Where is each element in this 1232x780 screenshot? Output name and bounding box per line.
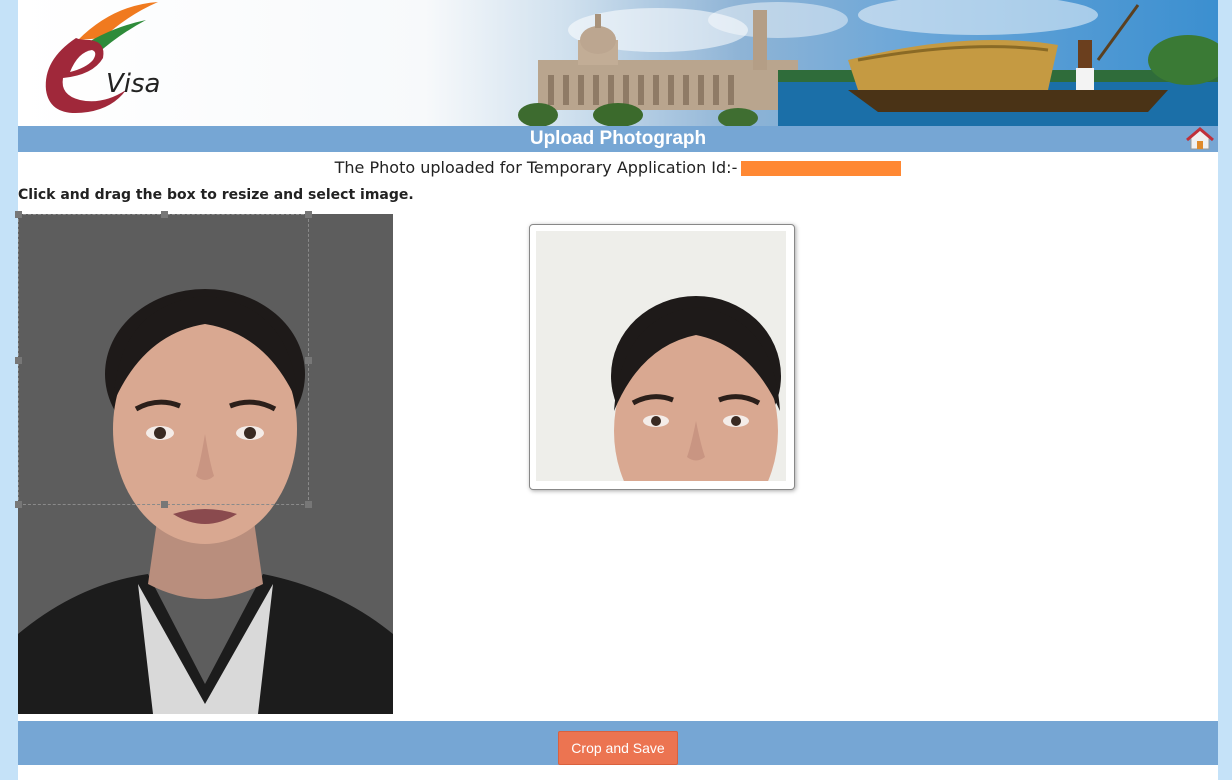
resize-handle-bottom[interactable] [161, 501, 168, 508]
title-bar: Upload Photograph [18, 126, 1218, 152]
header-banner: Visa [18, 0, 1218, 126]
application-id-label: The Photo uploaded for Temporary Applica… [334, 158, 738, 177]
resize-handle-top-right[interactable] [305, 211, 312, 218]
resize-handle-bottom-right[interactable] [305, 501, 312, 508]
evisa-logo: Visa [45, 2, 161, 114]
resize-handle-bottom-left[interactable] [15, 501, 22, 508]
preview-photo [536, 231, 786, 481]
svg-text:Visa: Visa [106, 69, 161, 99]
resize-handle-left[interactable] [15, 357, 22, 364]
redacted-application-id [741, 161, 902, 176]
crop-and-save-button[interactable]: Crop and Save [558, 731, 678, 765]
crop-preview [529, 224, 795, 490]
crop-selection-box[interactable] [15, 211, 312, 508]
crop-instructions: Click and drag the box to resize and sel… [18, 187, 414, 203]
resize-handle-top-left[interactable] [15, 211, 22, 218]
page-title: Upload Photograph [529, 128, 707, 149]
resize-handle-right[interactable] [305, 357, 312, 364]
banner-scenery [518, 0, 1218, 126]
resize-handle-top[interactable] [161, 211, 168, 218]
home-icon[interactable] [1186, 127, 1214, 151]
page: Visa Upload Photograph The Photo uploade… [15, 0, 1218, 780]
application-id-line: The Photo uploaded for Temporary Applica… [18, 158, 1218, 177]
footer-bar: Crop and Save [18, 721, 1218, 765]
